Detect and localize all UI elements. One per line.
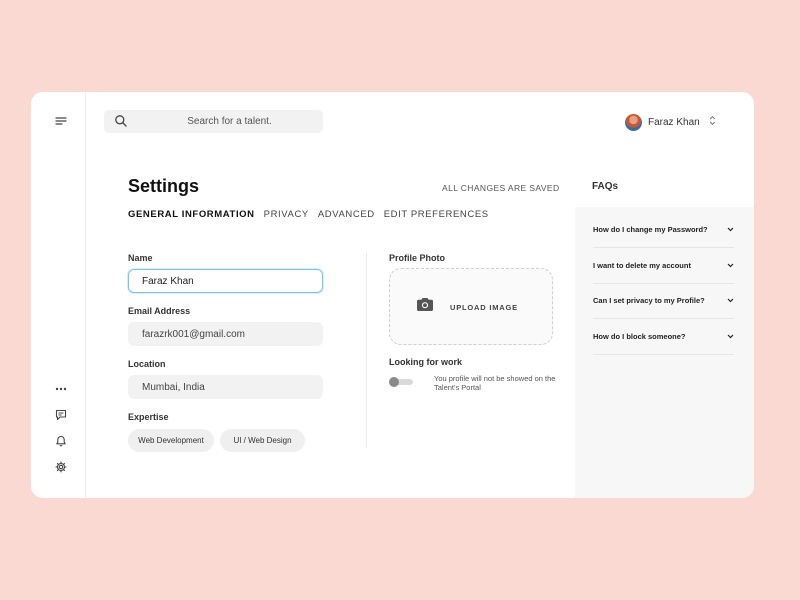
settings-tabs: GENERAL INFORMATION PRIVACY ADVANCED EDI… [128,209,498,220]
search-bar[interactable] [104,110,323,133]
faq-item[interactable]: I want to delete my account [593,248,734,284]
location-label: Location [128,359,166,369]
profile-photo-label: Profile Photo [389,253,445,263]
email-field[interactable] [128,322,323,346]
menu-icon[interactable] [53,113,69,129]
search-input[interactable] [144,110,315,133]
faq-item[interactable]: How do I block someone? [593,319,734,355]
column-divider [366,252,367,448]
location-field[interactable] [128,375,323,399]
looking-for-work-toggle[interactable] [389,377,414,387]
user-menu[interactable]: Faraz Khan [625,113,716,131]
faq-question: How do I change my Password? [593,225,708,234]
camera-icon [416,297,434,317]
tab-advanced[interactable]: ADVANCED [318,209,375,220]
faq-item[interactable]: How do I change my Password? [593,212,734,248]
avatar [625,113,642,131]
save-status: ALL CHANGES ARE SAVED [442,183,560,193]
search-icon [114,114,128,128]
name-field[interactable] [128,269,323,293]
faq-question: I want to delete my account [593,261,691,270]
faq-question: Can I set privacy to my Profile? [593,296,705,305]
page-title: Settings [128,176,200,196]
upload-image-button[interactable]: UPLOAD IMAGE [389,268,553,345]
user-name: Faraz Khan [648,116,700,128]
chevron-down-icon [726,333,734,341]
side-rail [31,92,86,498]
faq-item[interactable]: Can I set privacy to my Profile? [593,283,734,319]
chevron-down-icon [726,297,734,305]
expertise-chip[interactable]: UI / Web Design [220,429,305,452]
bell-icon[interactable] [53,433,69,449]
name-label: Name [128,253,153,263]
tab-privacy[interactable]: PRIVACY [264,209,309,220]
more-icon[interactable] [53,381,69,397]
email-label: Email Address [128,306,191,316]
faq-question: How do I block someone? [593,332,686,341]
toggle-knob [389,377,399,387]
tab-edit-preferences[interactable]: EDIT PREFERENCES [384,209,489,220]
settings-card: Faraz Khan Settings ALL CHANGES ARE SAVE… [31,92,754,498]
gear-icon[interactable] [53,459,69,475]
upload-image-label: UPLOAD IMAGE [450,303,518,312]
chat-icon[interactable] [53,407,69,423]
expertise-label: Expertise [128,412,169,422]
looking-for-work-description: You profile will not be showed on the Ta… [434,374,556,392]
chevron-down-icon [726,226,734,234]
chevron-down-icon [726,262,734,270]
faq-title: FAQs [592,181,619,192]
looking-for-work-label: Looking for work [389,357,462,367]
tab-general-information[interactable]: GENERAL INFORMATION [128,209,255,220]
expertise-chip[interactable]: Web Development [128,429,214,452]
faq-panel: How do I change my Password? I want to d… [575,207,754,498]
chevron-updown-icon [709,113,716,131]
